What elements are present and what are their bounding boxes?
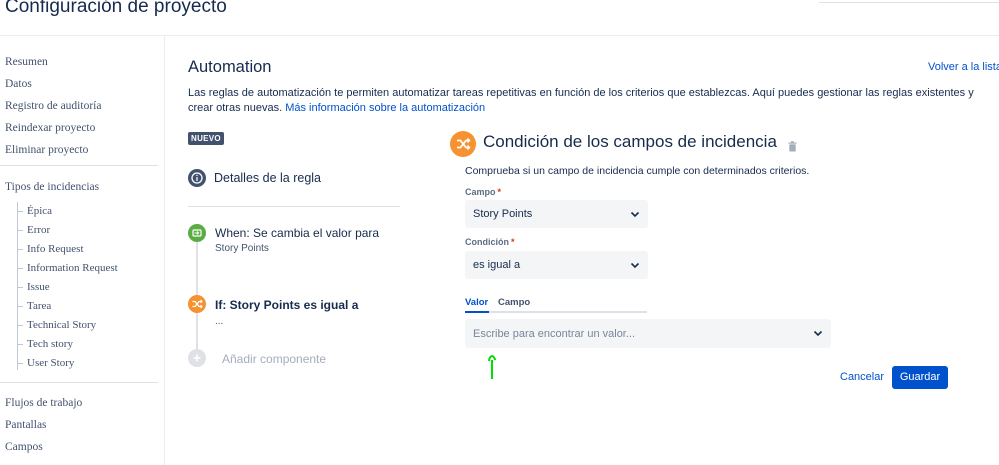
- sidebar-subitem-error[interactable]: Error: [17, 224, 50, 236]
- page-title: Configuración de proyecto: [5, 0, 227, 17]
- info-icon: [188, 169, 206, 187]
- required-mark: *: [511, 237, 515, 247]
- condition-panel-title: Condición de los campos de incidencia: [483, 132, 777, 151]
- sidebar-subitem-label: Tech story: [27, 338, 73, 350]
- sidebar-subitem-label: Info Request: [27, 243, 84, 255]
- top-search-edge: [819, 0, 999, 3]
- sidebar-item-issue-types[interactable]: Tipos de incidencias: [5, 181, 99, 193]
- condition-step-sublabel: ...: [215, 316, 224, 327]
- sidebar-subitem-user-story[interactable]: User Story: [17, 357, 74, 369]
- field-select-value: Story Points: [473, 208, 533, 220]
- required-mark: *: [497, 187, 502, 197]
- condition-panel-description: Comprueba si un campo de incidencia cump…: [465, 165, 810, 177]
- trigger-sublabel: Story Points: [215, 243, 269, 254]
- sidebar-subitem-tarea[interactable]: Tarea: [17, 300, 51, 312]
- tree-branch: [17, 267, 23, 269]
- sidebar-subitem-information-request[interactable]: Information Request: [17, 262, 118, 274]
- condition-shuffle-icon: [450, 131, 476, 157]
- sidebar-item-screens[interactable]: Pantallas: [5, 419, 47, 431]
- tab-campo[interactable]: Campo: [498, 297, 530, 308]
- tree-branch: [17, 305, 23, 307]
- learn-more-link[interactable]: Más información sobre la automatización: [285, 102, 485, 114]
- tree-branch: [17, 248, 23, 250]
- sidebar-subitem-label: Tarea: [27, 300, 52, 312]
- tree-branch: [17, 210, 23, 212]
- sidebar-divider: [0, 382, 158, 383]
- rule-details-label[interactable]: Detalles de la regla: [214, 171, 321, 185]
- tree-branch: [17, 362, 23, 364]
- trigger-icon[interactable]: [188, 224, 206, 242]
- top-header: Configuración de proyecto: [0, 0, 999, 36]
- field-label-text: Campo: [465, 187, 496, 197]
- condition-label: Condición *: [465, 237, 515, 247]
- cancel-button[interactable]: Cancelar: [834, 366, 890, 389]
- sidebar-subitem-info-request[interactable]: Info Request: [17, 243, 84, 255]
- tree-branch: [17, 343, 23, 345]
- trigger-label[interactable]: When: Se cambia el valor para: [215, 226, 379, 240]
- sidebar-item-resumen[interactable]: Resumen: [5, 56, 48, 68]
- tab-underline: [465, 311, 647, 313]
- sidebar: Resumen Datos Registro de auditoría Rein…: [0, 36, 165, 465]
- sidebar-item-delete-project[interactable]: Eliminar proyecto: [5, 144, 88, 156]
- back-to-list-link[interactable]: Volver a la lista: [928, 61, 999, 73]
- chevron-down-icon: [813, 330, 823, 337]
- sidebar-subitem-label: Technical Story: [27, 319, 97, 331]
- sidebar-subitem-technical-story[interactable]: Technical Story: [17, 319, 96, 331]
- sidebar-subitem-label: User Story: [27, 357, 75, 369]
- tree-branch: [17, 286, 23, 288]
- condition-select[interactable]: es igual a: [465, 251, 648, 279]
- sidebar-item-audit-log[interactable]: Registro de auditoría: [5, 100, 101, 112]
- value-search-placeholder: Escribe para encontrar un valor...: [473, 328, 636, 340]
- tree-branch: [17, 229, 23, 231]
- tab-valor[interactable]: Valor: [465, 297, 488, 308]
- condition-select-value: es igual a: [473, 259, 521, 271]
- condition-step-label[interactable]: If: Story Points es igual a: [215, 298, 358, 312]
- chevron-down-icon: [630, 211, 640, 218]
- sidebar-subitem-epica[interactable]: Épica: [17, 205, 52, 217]
- sidebar-item-datos[interactable]: Datos: [5, 78, 32, 90]
- field-label: Campo *: [465, 187, 501, 197]
- sidebar-item-workflows[interactable]: Flujos de trabajo: [5, 397, 82, 409]
- rule-divider: [188, 206, 400, 207]
- save-button[interactable]: Guardar: [892, 366, 948, 389]
- sidebar-subitem-label: Error: [27, 224, 51, 236]
- shuffle-icon[interactable]: [188, 295, 206, 313]
- sidebar-subitem-label: Issue: [27, 281, 50, 293]
- sidebar-subitem-label: Épica: [27, 205, 53, 217]
- sidebar-subitem-issue[interactable]: Issue: [17, 281, 50, 293]
- automation-description: Las reglas de automatización te permiten…: [188, 86, 988, 115]
- condition-label-text: Condición: [465, 237, 509, 247]
- sidebar-divider: [0, 165, 158, 166]
- sidebar-subitem-tech-story[interactable]: Tech story: [17, 338, 73, 350]
- sidebar-subitem-label: Information Request: [27, 262, 118, 274]
- sidebar-item-reindex[interactable]: Reindexar proyecto: [5, 122, 95, 134]
- add-component-button[interactable]: Añadir componente: [222, 352, 326, 366]
- mouse-cursor-icon: [488, 354, 496, 379]
- value-search-select[interactable]: Escribe para encontrar un valor...: [465, 319, 831, 348]
- sidebar-item-fields[interactable]: Campos: [5, 441, 43, 453]
- trash-icon[interactable]: [788, 139, 797, 152]
- tree-branch: [17, 324, 23, 326]
- field-select[interactable]: Story Points: [465, 200, 648, 228]
- chevron-down-icon: [630, 262, 640, 269]
- automation-title: Automation: [188, 58, 272, 76]
- active-tab-indicator: [465, 311, 489, 313]
- plus-icon[interactable]: [188, 349, 206, 367]
- new-badge: NUEVO: [188, 132, 224, 145]
